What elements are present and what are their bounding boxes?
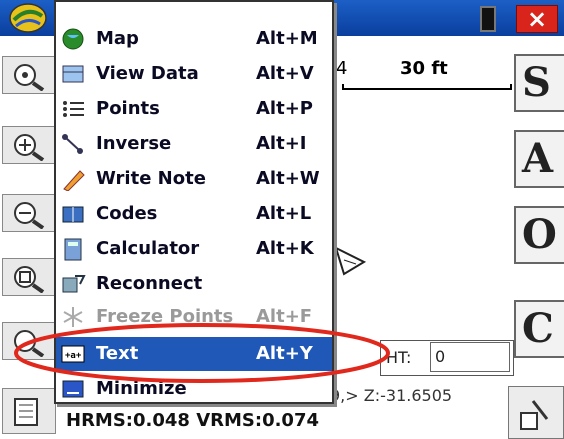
menu-item-write-note[interactable]: Write Note Alt+W xyxy=(56,162,332,196)
right-button-s[interactable]: S xyxy=(514,54,564,112)
menu-item-view-data[interactable]: View Data Alt+V xyxy=(56,57,332,91)
survey-tool-icon xyxy=(520,400,549,430)
zoom-out-button[interactable] xyxy=(2,194,56,232)
menu-item-map[interactable]: Map Alt+M xyxy=(56,22,332,56)
scale-label: 30 ft xyxy=(400,58,448,79)
calculator-icon xyxy=(60,237,86,261)
scale-bar xyxy=(342,84,512,90)
zoom-window-button[interactable] xyxy=(2,258,56,296)
scale-prev-label: 4 xyxy=(336,58,348,79)
highlight-ring xyxy=(14,323,390,383)
menu-item-calculator[interactable]: Calculator Alt+K xyxy=(56,232,332,266)
right-button-a[interactable]: A xyxy=(514,130,564,188)
zoom-window-icon xyxy=(14,266,45,293)
view-data-icon xyxy=(60,62,86,86)
menu-item-codes[interactable]: Codes Alt+L xyxy=(56,197,332,231)
menu-item-reconnect[interactable]: Reconnect xyxy=(56,267,332,301)
right-button-o[interactable]: O xyxy=(514,206,564,264)
zoom-in-button[interactable] xyxy=(2,126,56,164)
right-button-c[interactable]: C xyxy=(514,300,564,358)
app-logo-icon[interactable] xyxy=(8,2,48,34)
reconnect-icon xyxy=(60,272,86,296)
points-list-icon xyxy=(60,97,86,121)
settings-tool-button[interactable] xyxy=(2,388,56,434)
map-tool-button[interactable] xyxy=(508,386,564,439)
close-button[interactable]: × xyxy=(516,5,558,33)
zoom-extents-icon xyxy=(14,64,45,91)
globe-icon xyxy=(60,27,86,51)
height-input[interactable]: 0 xyxy=(430,342,510,372)
pencil-icon xyxy=(60,167,86,192)
menu-item-inverse[interactable]: Inverse Alt+I xyxy=(56,127,332,161)
menu-item-points[interactable]: Points Alt+P xyxy=(56,92,332,126)
precision-status: HRMS:0.048 VRMS:0.074 xyxy=(62,410,324,431)
battery-icon xyxy=(480,6,496,32)
inverse-icon xyxy=(60,132,86,156)
document-tool-icon xyxy=(14,398,38,426)
zoom-extents-button[interactable] xyxy=(2,56,56,94)
zoom-in-icon xyxy=(14,134,45,161)
codes-book-icon xyxy=(60,202,86,226)
north-arrow-icon xyxy=(330,240,370,284)
zoom-out-icon xyxy=(14,202,45,229)
